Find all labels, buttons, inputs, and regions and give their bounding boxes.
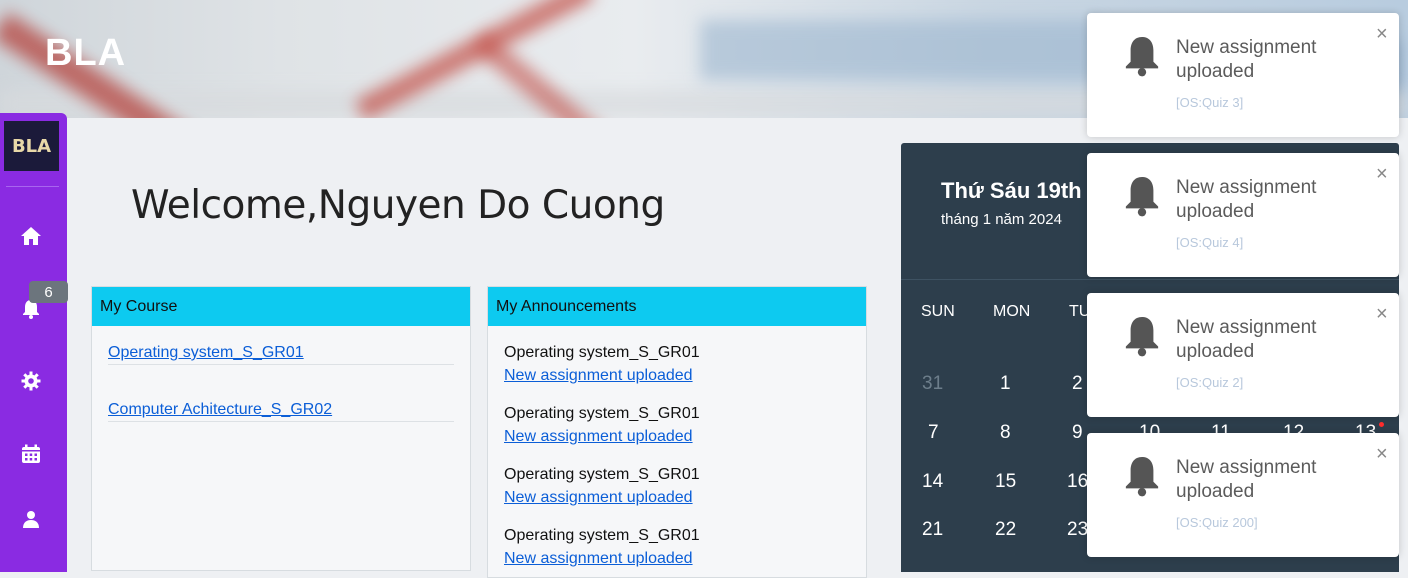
weekday-label: SUN (921, 303, 955, 320)
notification-toast[interactable]: New assignment uploaded [OS:Quiz 3] × (1087, 13, 1399, 137)
brand-title[interactable]: BLA (45, 32, 126, 75)
close-icon[interactable]: × (1376, 23, 1388, 46)
close-icon[interactable]: × (1376, 303, 1388, 326)
calendar-selected-day: Thứ Sáu 19th (941, 178, 1082, 203)
announcement-link[interactable]: New assignment uploaded (504, 489, 850, 507)
close-icon[interactable]: × (1376, 163, 1388, 186)
announcement-course: Operating system_S_GR01 (504, 527, 700, 544)
user-icon (22, 510, 40, 533)
course-link[interactable]: Computer Achitecture_S_GR02 (108, 401, 454, 422)
toast-subtitle: [OS:Quiz 200] (1176, 515, 1258, 530)
calendar-date[interactable]: 8 (1000, 422, 1011, 444)
notification-toast[interactable]: New assignment uploaded [OS:Quiz 4] × (1087, 153, 1399, 277)
announcement-item: Operating system_S_GR01 New assignment u… (504, 527, 850, 568)
event-dot (1379, 422, 1384, 427)
calendar-date[interactable]: 9 (1072, 422, 1083, 444)
calendar-date[interactable]: 16 (1067, 471, 1088, 493)
announcements-header: My Announcements (488, 287, 866, 326)
sidebar: BLA 6 (0, 113, 68, 572)
announcement-course: Operating system_S_GR01 (504, 405, 700, 422)
toast-title: New assignment uploaded (1176, 457, 1317, 502)
gear-icon (21, 371, 41, 396)
bell-icon (1123, 175, 1161, 222)
toast-subtitle: [OS:Quiz 2] (1176, 375, 1244, 390)
notification-toast[interactable]: New assignment uploaded [OS:Quiz 2] × (1087, 293, 1399, 417)
calendar-date[interactable]: 31 (922, 373, 943, 395)
announcement-link[interactable]: New assignment uploaded (504, 428, 850, 446)
calendar-icon (21, 444, 41, 469)
announcements-card: My Announcements Operating system_S_GR01… (487, 286, 867, 578)
my-course-card: My Course Operating system_S_GR01 Comput… (91, 286, 471, 571)
calendar-date[interactable]: 21 (922, 519, 943, 541)
calendar-date[interactable]: 23 (1067, 519, 1088, 541)
welcome-heading: Welcome,Nguyen Do Cuong (131, 183, 665, 228)
calendar-date[interactable]: 22 (995, 519, 1016, 541)
sidebar-profile-button[interactable] (16, 506, 46, 536)
bell-icon (1123, 455, 1161, 502)
notification-count-badge: 6 (29, 281, 68, 303)
sidebar-logo[interactable]: BLA (4, 121, 59, 171)
my-course-header: My Course (92, 287, 470, 326)
calendar-date[interactable]: 7 (928, 422, 939, 444)
course-link[interactable]: Operating system_S_GR01 (108, 344, 454, 365)
calendar-month: tháng 1 năm 2024 (941, 211, 1062, 228)
toast-subtitle: [OS:Quiz 4] (1176, 235, 1244, 250)
announcement-link[interactable]: New assignment uploaded (504, 550, 850, 568)
weekday-label: MON (993, 303, 1031, 320)
announcement-item: Operating system_S_GR01 New assignment u… (504, 344, 850, 385)
home-icon (20, 226, 42, 251)
calendar-date[interactable]: 15 (995, 471, 1016, 493)
notification-toast[interactable]: New assignment uploaded [OS:Quiz 200] × (1087, 433, 1399, 557)
toast-title: New assignment uploaded (1176, 317, 1317, 362)
bell-icon (1123, 315, 1161, 362)
bell-icon (1123, 35, 1161, 82)
close-icon[interactable]: × (1376, 443, 1388, 466)
sidebar-home-button[interactable] (16, 223, 46, 253)
sidebar-settings-button[interactable] (16, 368, 46, 398)
calendar-date[interactable]: 2 (1072, 373, 1083, 395)
announcement-course: Operating system_S_GR01 (504, 344, 700, 361)
announcement-link[interactable]: New assignment uploaded (504, 367, 850, 385)
sidebar-calendar-button[interactable] (16, 441, 46, 471)
sidebar-divider (6, 186, 59, 187)
calendar-divider (901, 279, 1399, 280)
toast-title: New assignment uploaded (1176, 177, 1317, 222)
announcement-item: Operating system_S_GR01 New assignment u… (504, 405, 850, 446)
toast-title: New assignment uploaded (1176, 37, 1317, 82)
announcement-item: Operating system_S_GR01 New assignment u… (504, 466, 850, 507)
calendar-date[interactable]: 1 (1000, 373, 1011, 395)
calendar-date[interactable]: 14 (922, 471, 943, 493)
announcement-course: Operating system_S_GR01 (504, 466, 700, 483)
toast-subtitle: [OS:Quiz 3] (1176, 95, 1244, 110)
